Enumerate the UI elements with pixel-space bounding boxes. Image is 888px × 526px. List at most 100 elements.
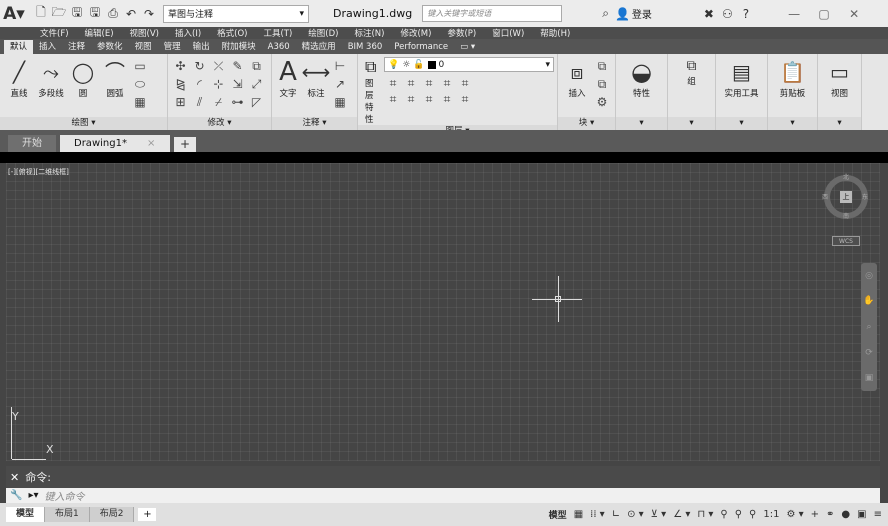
user-icon[interactable]: 👤 — [615, 7, 630, 21]
snap-icon[interactable]: ⁞⁞ ▾ — [590, 509, 605, 520]
hatch-icon[interactable]: ▦ — [134, 95, 145, 109]
join-icon[interactable]: ⊶ — [232, 95, 244, 109]
command-prompt-icon[interactable]: ▸▾ — [28, 490, 38, 501]
binoculars-icon[interactable]: ⌕ — [602, 6, 609, 21]
chamfer-icon[interactable]: ◸ — [252, 95, 261, 109]
tab-featured[interactable]: 精选应用 — [296, 40, 342, 54]
customize-icon[interactable]: ≡ — [874, 509, 882, 520]
add-layout-button[interactable]: + — [138, 508, 157, 521]
panel-properties-expander[interactable]: ▾ — [616, 117, 667, 130]
print-icon[interactable]: ⎙ — [105, 6, 121, 22]
undo-icon[interactable]: ↶ — [123, 6, 139, 22]
close-button[interactable]: ✕ — [839, 7, 869, 21]
menu-parameter[interactable]: 参数(P) — [447, 27, 476, 39]
close-command-icon[interactable]: ✕ — [10, 471, 19, 484]
menu-file[interactable]: 文件(F) — [40, 27, 69, 39]
command-input[interactable]: 键入命令 — [45, 488, 85, 503]
wrench-icon[interactable]: 🔧 — [10, 490, 22, 501]
viewcube-south[interactable]: 南 — [843, 211, 849, 220]
steering-wheel-icon[interactable]: ◎ — [865, 271, 873, 281]
layer-on-icon[interactable]: ⌗ — [390, 92, 397, 107]
tab-manage[interactable]: 管理 — [158, 40, 187, 54]
ribbon-options-icon[interactable]: ▭ ▾ — [454, 40, 481, 54]
layer-thaw-icon[interactable]: ⌗ — [426, 92, 433, 107]
erase-icon[interactable]: ✎ — [232, 59, 242, 73]
menu-draw[interactable]: 绘图(D) — [308, 27, 338, 39]
drawing-canvas[interactable]: [-][俯视][二维线框] Y X 上 北 南 西 东 WCS ◎ ✋ ⌕ ⟳ … — [6, 163, 880, 461]
break-icon[interactable]: ⌿ — [215, 95, 222, 110]
trim-icon[interactable]: ⤫ — [214, 59, 224, 74]
layer-dropdown[interactable]: 💡 ☼ 🔓 0 ▾ — [384, 57, 554, 72]
tab-annotate[interactable]: 注释 — [62, 40, 91, 54]
utilities-button[interactable]: ▤ 实用工具 — [720, 57, 764, 99]
panel-utilities-expander[interactable]: ▾ — [716, 117, 767, 130]
model-space-button[interactable]: 模型 — [549, 508, 567, 521]
layer-make-icon[interactable]: ⌗ — [462, 92, 469, 107]
stretch-icon[interactable]: ⇲ — [232, 77, 242, 91]
tab-insert[interactable]: 插入 — [33, 40, 62, 54]
panel-annotation-title[interactable]: 注释 ▾ — [272, 117, 357, 130]
save-icon[interactable]: 🖫 — [69, 5, 85, 22]
login-link[interactable]: 登录 — [632, 6, 652, 21]
layer-lock-icon[interactable]: ⌗ — [444, 76, 451, 91]
ortho-icon[interactable]: ∟ — [612, 509, 620, 520]
tab-bim360[interactable]: BIM 360 — [342, 40, 389, 54]
rotate-icon[interactable]: ↻ — [194, 59, 204, 73]
isodraft-icon[interactable]: ∠ ▾ — [673, 509, 690, 520]
tab-drawing1[interactable]: Drawing1* × — [60, 135, 170, 152]
grid-icon[interactable]: ▦ — [574, 509, 583, 520]
panel-view-expander[interactable]: ▾ — [818, 117, 861, 130]
viewcube-north[interactable]: 北 — [843, 172, 849, 181]
scale-value[interactable]: 1:1 — [763, 509, 779, 520]
redo-icon[interactable]: ↷ — [141, 6, 157, 22]
properties-button[interactable]: ◒ 特性 — [626, 57, 658, 99]
plus-icon[interactable]: + — [811, 509, 819, 520]
tab-performance[interactable]: Performance — [388, 40, 454, 54]
tab-layout2[interactable]: 布局2 — [89, 507, 135, 522]
new-icon[interactable]: 🗋 — [33, 5, 49, 22]
rectangle-icon[interactable]: ▭ — [134, 59, 145, 73]
dimension-button[interactable]: ⟷ 标注 — [301, 57, 331, 99]
tab-model[interactable]: 模型 — [6, 507, 46, 522]
search-input[interactable]: 键入关键字或短语 — [422, 5, 563, 22]
workspace-dropdown[interactable]: 草图与注释 ▾ — [163, 4, 309, 23]
menu-dimension[interactable]: 标注(N) — [354, 27, 384, 39]
isolate-icon[interactable]: ⚭ — [826, 509, 834, 520]
circle-button[interactable]: ◯ 圆 — [67, 57, 99, 99]
tab-addins[interactable]: 附加模块 — [216, 40, 262, 54]
table-icon[interactable]: ▦ — [334, 95, 345, 109]
panel-draw-title[interactable]: 绘图 ▾ — [0, 117, 167, 130]
osnap-icon[interactable]: ⊻ ▾ — [651, 509, 667, 520]
open-icon[interactable]: 🗁 — [51, 5, 67, 22]
menu-window[interactable]: 窗口(W) — [492, 27, 524, 39]
new-tab-button[interactable]: + — [174, 137, 196, 152]
command-line[interactable]: 🔧 ▸▾ 键入命令 — [6, 488, 880, 503]
polar-icon[interactable]: ⊙ ▾ — [627, 509, 644, 520]
tab-start[interactable]: 开始 — [8, 135, 56, 152]
tab-a360[interactable]: A360 — [262, 40, 296, 54]
menu-help[interactable]: 帮助(H) — [540, 27, 570, 39]
layer-iso-icon[interactable]: ⌗ — [408, 76, 415, 91]
menu-format[interactable]: 格式(O) — [217, 27, 247, 39]
layer-freeze-icon[interactable]: ⌗ — [426, 76, 433, 91]
layer-unlock-icon[interactable]: ⌗ — [444, 92, 451, 107]
otrack-icon[interactable]: ⊓ ▾ — [697, 509, 713, 520]
menu-edit[interactable]: 编辑(E) — [85, 27, 114, 39]
explode-icon[interactable]: ⊹ — [213, 77, 223, 91]
offset-icon[interactable]: ⫽ — [197, 95, 202, 110]
viewcube[interactable]: 上 北 南 西 东 — [822, 172, 868, 220]
saveas-icon[interactable]: 🖫 — [87, 5, 103, 22]
mirror-icon[interactable]: ⧎ — [175, 77, 185, 91]
menu-view[interactable]: 视图(V) — [130, 27, 159, 39]
app-logo-icon[interactable]: A▾ — [3, 3, 25, 25]
viewcube-east[interactable]: 东 — [862, 192, 868, 201]
clean-screen-icon[interactable]: ▣ — [857, 509, 866, 520]
menu-modify[interactable]: 修改(M) — [400, 27, 431, 39]
fillet-icon[interactable]: ◜ — [197, 77, 202, 91]
copy-icon[interactable]: ⧉ — [252, 59, 261, 74]
annotation-visibility-icon[interactable]: ⚲ — [720, 509, 727, 520]
auto-scale-icon[interactable]: ⚲ — [735, 509, 742, 520]
view-button[interactable]: ▭ 视图 — [824, 57, 856, 99]
array-icon[interactable]: ⊞ — [175, 95, 185, 109]
panel-block-title[interactable]: 块 ▾ — [558, 117, 615, 130]
